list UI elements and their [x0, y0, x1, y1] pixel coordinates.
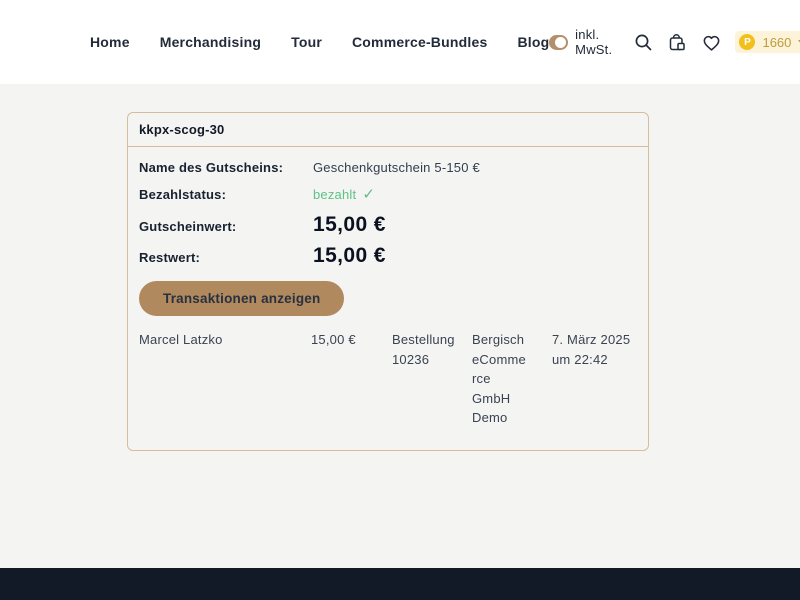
check-icon: ✓: [362, 185, 375, 203]
field-label: Restwert:: [139, 250, 313, 265]
show-transactions-button[interactable]: Transaktionen anzeigen: [139, 281, 344, 316]
voucher-value-amount: 15,00 €: [313, 213, 386, 237]
points-icon: P: [739, 34, 755, 50]
nav-item-tour[interactable]: Tour: [291, 34, 322, 50]
transaction-row: Marcel Latzko 15,00 € Bestellung 10236 B…: [139, 330, 637, 428]
heart-icon: [701, 32, 722, 53]
nav-item-blog[interactable]: Blog: [517, 34, 549, 50]
transaction-order: Bestellung 10236: [392, 330, 472, 428]
toggle-track-icon[interactable]: [549, 35, 568, 50]
field-voucher-value: Gutscheinwert: 15,00 €: [139, 213, 637, 237]
field-label: Name des Gutscheins:: [139, 160, 313, 175]
page: Home Merchandising Tour Commerce-Bundles…: [0, 0, 800, 600]
points-badge[interactable]: P 1660: [735, 31, 800, 53]
transaction-date: 7. März 2025 um 22:42: [552, 330, 637, 428]
field-label: Gutscheinwert:: [139, 219, 313, 234]
search-icon: [633, 32, 654, 53]
field-remaining-value: Restwert: 15,00 €: [139, 244, 637, 268]
transaction-customer: Marcel Latzko: [139, 330, 311, 428]
main-nav: Home Merchandising Tour Commerce-Bundles…: [90, 34, 549, 50]
remaining-value-amount: 15,00 €: [313, 244, 386, 268]
nav-item-merchandising[interactable]: Merchandising: [160, 34, 261, 50]
voucher-details: Name des Gutscheins: Geschenkgutschein 5…: [128, 147, 648, 450]
nav-item-commerce-bundles[interactable]: Commerce-Bundles: [352, 34, 487, 50]
header-actions: inkl. MwSt.: [549, 27, 800, 57]
field-voucher-name: Name des Gutscheins: Geschenkgutschein 5…: [139, 160, 637, 175]
shopping-bag-icon: [667, 32, 688, 53]
field-label: Bezahlstatus:: [139, 187, 313, 202]
wishlist-button[interactable]: [701, 32, 722, 53]
page-footer: [0, 568, 800, 600]
main-content: kkpx-scog-30 Name des Gutscheins: Gesche…: [0, 84, 800, 568]
search-button[interactable]: [633, 32, 654, 53]
transaction-amount: 15,00 €: [311, 330, 392, 428]
site-header: Home Merchandising Tour Commerce-Bundles…: [0, 0, 800, 84]
field-value: Geschenkgutschein 5-150 €: [313, 160, 480, 175]
voucher-card: kkpx-scog-30 Name des Gutscheins: Gesche…: [127, 112, 649, 451]
voucher-code: kkpx-scog-30: [128, 113, 648, 147]
points-value: 1660: [762, 35, 791, 50]
status-text: bezahlt: [313, 187, 356, 202]
vat-toggle-label: inkl. MwSt.: [575, 27, 620, 57]
status-badge: bezahlt ✓: [313, 185, 375, 203]
nav-item-home[interactable]: Home: [90, 34, 130, 50]
toggle-knob: [555, 37, 566, 48]
cart-button[interactable]: [667, 32, 688, 53]
field-payment-status: Bezahlstatus: bezahlt ✓: [139, 185, 637, 203]
vat-toggle[interactable]: inkl. MwSt.: [549, 27, 620, 57]
transaction-company: Bergisch eCommerce GmbH Demo: [472, 330, 552, 428]
